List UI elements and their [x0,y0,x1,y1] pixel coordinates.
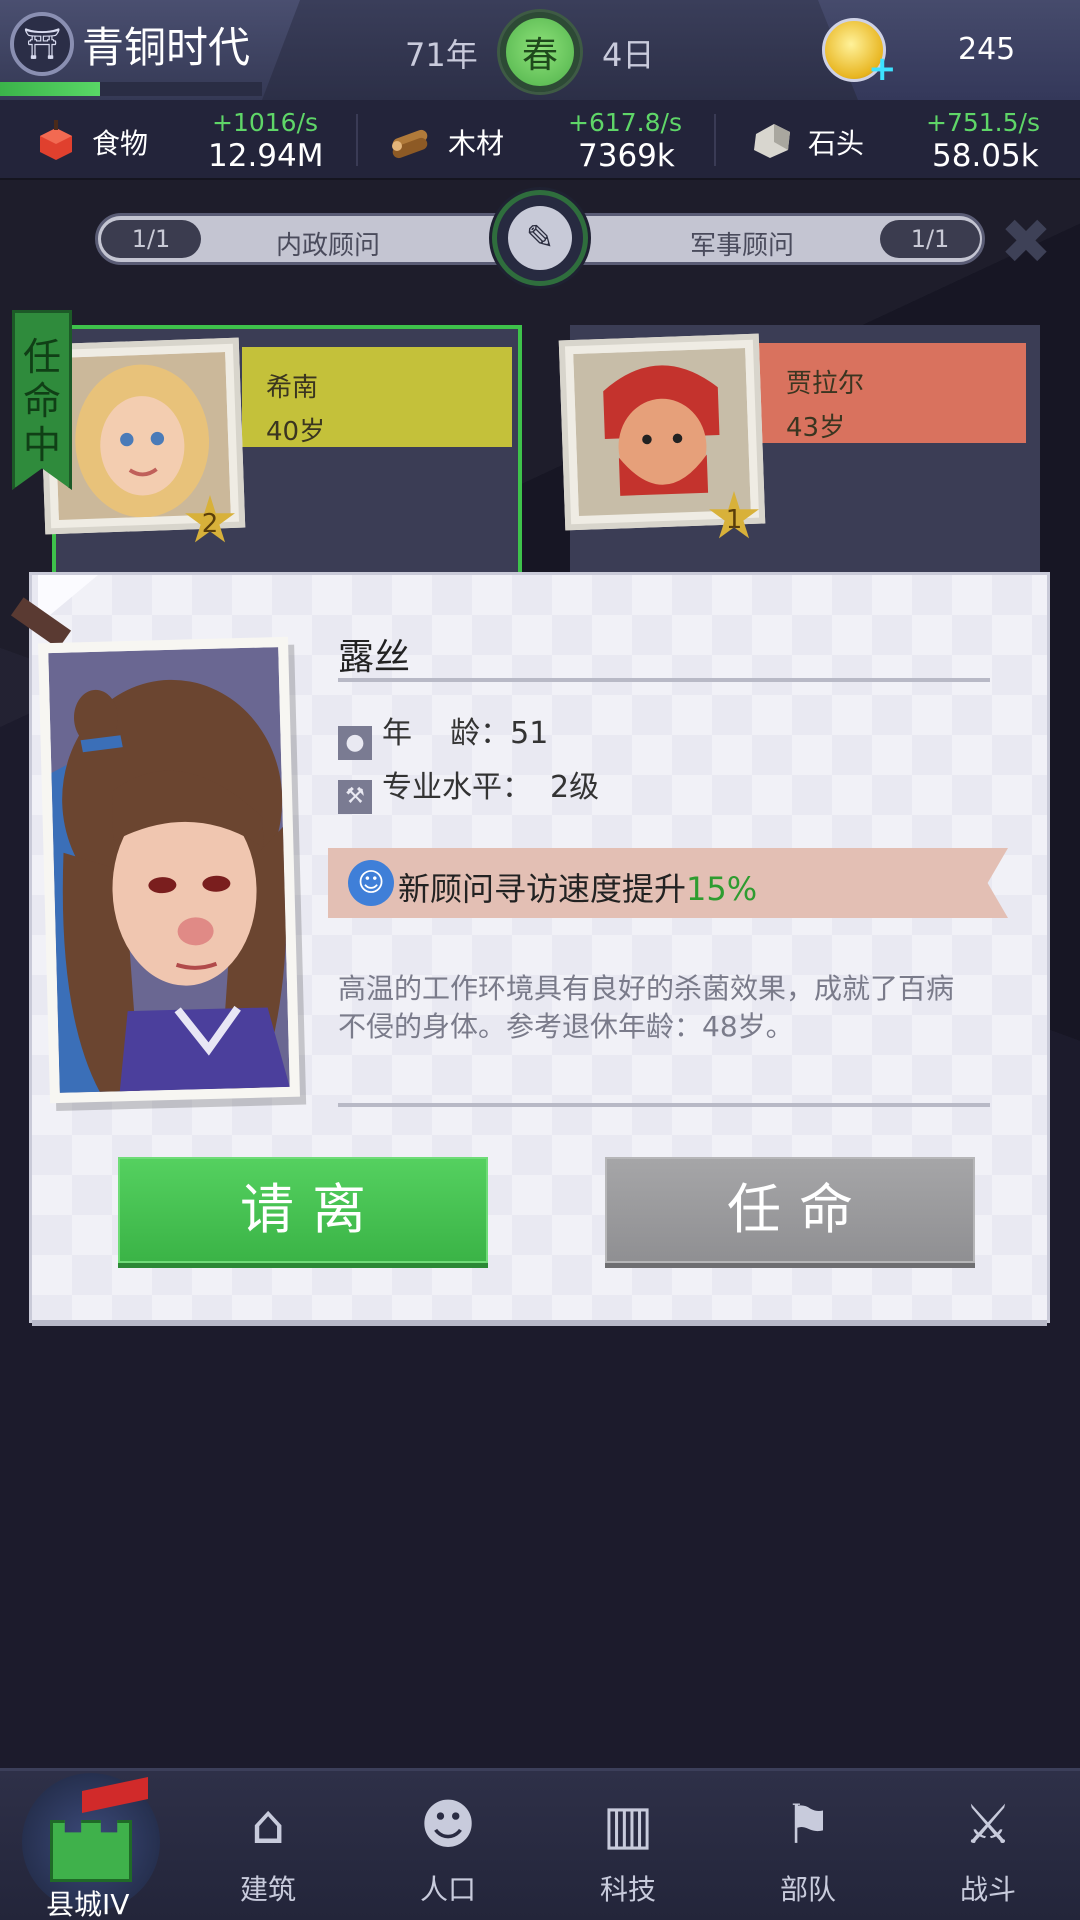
resource-amount: 7369k [578,138,675,174]
resource-bar: 食物 +1016/s 12.94M 木材 +617.8/s 7369k 石头 +… [0,100,1080,180]
appointed-status: 任命中 [22,335,61,467]
era-icon[interactable]: ⛩ [10,12,74,76]
resource-name: 食物 [92,127,149,160]
era-progress-bar [0,82,262,96]
book-icon: ▥ [602,1793,654,1856]
nav-label: 县城IV [46,1888,130,1920]
effect-description: 新顾问寻访速度提升 [398,870,687,908]
advisor-description: 高温的工作环境具有良好的杀菌效果，成就了百病不侵的身体。参考退休年龄：48岁。 [338,972,955,1043]
advisor-card[interactable]: 希南 40岁 2 [38,325,522,585]
house-icon: ⌂ [250,1793,286,1856]
effect-value: 15% [686,870,758,908]
appoint-button[interactable]: 任命 [605,1157,975,1263]
divider [338,678,990,682]
tab-military-count: 1/1 [880,220,980,258]
nav-item-population[interactable]: ☻ 人口 [378,1790,518,1910]
resource-rate: +751.5/s [926,108,1040,137]
hammer-icon: ⚒ [338,780,372,814]
resource-food[interactable]: 食物 +1016/s 12.94M [0,100,355,180]
age-label: 年 龄： [382,716,511,751]
era-title: 青铜时代 [82,23,251,72]
advisor-portrait-image [573,348,751,517]
advisor-portrait-image [53,352,231,521]
advisor-effect-icon: ☺ [348,860,394,906]
tab-civil-advisor[interactable]: 内政顾问 [276,225,380,262]
add-gold-icon[interactable]: + [868,52,898,86]
skill-value: 2级 [550,770,600,805]
resource-rate: +617.8/s [568,108,682,137]
swords-icon: ⚔ [963,1793,1013,1856]
resource-amount: 12.94M [208,138,324,174]
nav-label: 战斗 [959,1873,1016,1906]
resource-name: 石头 [808,127,865,160]
nav-item-troops[interactable]: ⚑ 部队 [738,1790,878,1910]
advisor-badge: ✎ [492,190,588,286]
dismiss-button[interactable]: 请离 [118,1157,488,1263]
advisor-name: 露丝 [338,637,411,678]
advisor-portrait-frame [38,636,300,1104]
season-badge: 春 [500,12,580,92]
nav-label: 人口 [419,1873,476,1906]
date-day: 4日 [602,36,655,74]
resource-rate: +1016/s [212,108,319,137]
resource-stone[interactable]: 石头 +751.5/s 58.05k [716,100,1080,180]
skill-label: 专业水平： [382,770,532,805]
nav-item-battle[interactable]: ⚔ 战斗 [918,1790,1058,1910]
resource-name: 木材 [448,127,505,160]
tab-civil-count: 1/1 [101,220,201,258]
card-name: 贾拉尔 [786,369,865,399]
nav-label: 部队 [779,1873,836,1906]
advisor-card[interactable]: 贾拉尔 43岁 1 [558,325,1040,585]
card-age: 40岁 [266,417,326,447]
resource-amount: 58.05k [932,138,1039,174]
divider [338,1103,990,1107]
tab-military-advisor[interactable]: 军事顾问 [690,225,794,262]
nav-item-buildings[interactable]: ⌂ 建筑 [198,1790,338,1910]
gold-value: 245 [958,32,1016,67]
castle-icon [50,1820,132,1882]
era-progress-fill [0,82,100,96]
person-icon: ☻ [419,1793,477,1856]
notepad-icon: ✎ [508,206,572,270]
date-year: 71年 [405,36,478,74]
stat-age: ● 年 龄：51 [338,708,548,760]
person-icon: ● [338,726,372,760]
card-name: 希南 [266,373,319,403]
nav-item-tech[interactable]: ▥ 科技 [558,1790,698,1910]
effect-text: 新顾问寻访速度提升15% [398,864,757,910]
nav-label: 建筑 [239,1873,296,1906]
stone-icon [754,124,790,158]
wood-icon [392,129,428,159]
nav-label: 科技 [599,1873,656,1906]
banner-icon: ⚑ [783,1793,833,1856]
resource-wood[interactable]: 木材 +617.8/s 7369k [358,100,713,180]
card-age: 43岁 [786,413,846,443]
age-value: 51 [510,716,549,751]
stat-skill: ⚒ 专业水平： 2级 [338,762,599,814]
food-icon [40,120,72,160]
close-icon[interactable]: ✖ [1000,211,1052,273]
advisor-portrait-image [48,647,290,1093]
